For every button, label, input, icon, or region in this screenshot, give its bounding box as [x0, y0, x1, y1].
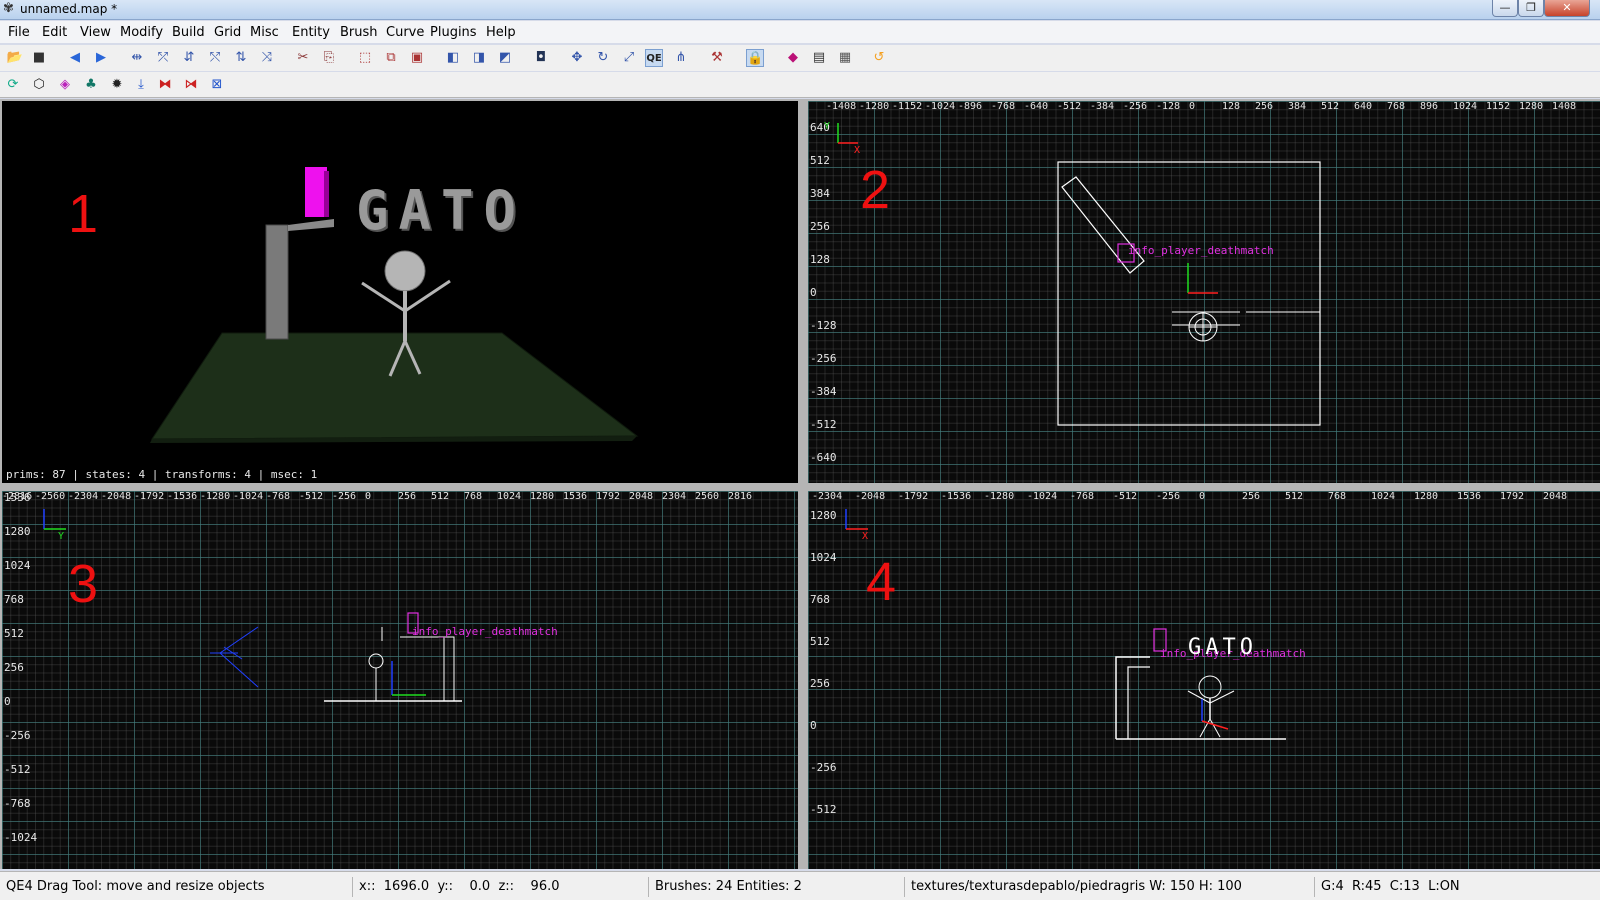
front-xz-viewport[interactable]: -2304 -2048 -1792 -1536 -1280 -1024 -768 -512 -2… — [808, 491, 1600, 869]
flip-y-icon[interactable]: ⇵ — [180, 49, 198, 67]
menu-plugins[interactable]: Plugins — [430, 25, 477, 40]
status-texture: textures/texturasdepablo/piedragris W: 1… — [904, 877, 1314, 897]
status-counts: Brushes: 24 Entities: 2 — [648, 877, 904, 897]
texture-browser-icon[interactable]: ▦ — [836, 49, 854, 67]
clear-icon[interactable]: ⊠ — [208, 76, 226, 94]
menu-modify[interactable]: Modify — [120, 25, 163, 40]
menu-file[interactable]: File — [8, 25, 30, 40]
vertex-edit-icon[interactable]: ⋔ — [672, 49, 690, 67]
monster-icon[interactable]: ✹ — [108, 76, 126, 94]
camera-icon[interactable]: ◘ — [532, 49, 550, 67]
rotate-z-icon[interactable]: ⤨ — [258, 49, 276, 67]
select-touching-icon[interactable]: ▣ — [408, 49, 426, 67]
top-view-brushes: Y X — [824, 121, 1321, 426]
clip-split-icon[interactable]: ⎘ — [320, 49, 338, 67]
entity-list-icon[interactable]: ◆ — [784, 49, 802, 67]
menu-entity[interactable]: Entity — [292, 25, 330, 40]
mirror-icon[interactable]: ⧓ — [156, 76, 174, 94]
refresh-icon[interactable]: ⟳ — [4, 76, 22, 94]
menu-bar: File Edit View Modify Build Grid Misc Entity Bru… — [0, 21, 1600, 43]
save-disk-icon[interactable]: ■ — [30, 49, 48, 67]
maximize-button[interactable]: ❐ — [1518, 0, 1544, 17]
scale-tool-icon[interactable]: ⤢ — [620, 49, 638, 67]
rotate-y-icon[interactable]: ⤲ — [206, 49, 224, 67]
main-toolbar: 📂 ■ ◀ ▶ ⇹ ⤱ ⇵ ⤲ ⇅ ⤨ ✂ ⎘ ⬚ ⧉ ▣ ◧ ◨ ◩ ◘ ✥ ↻ ⤢ QE ⋔ ⚒ 🔒 ◆ ▤ ▦ ↺ — [0, 45, 1600, 71]
gato-outline-text: GATO — [1188, 635, 1257, 660]
open-folder-icon[interactable]: 📂 — [6, 49, 24, 67]
camera-viewport[interactable]: GATO 1 prims: 87 | states: 4 | transform… — [2, 101, 798, 483]
menu-edit[interactable]: Edit — [42, 25, 67, 40]
viewport-number: 3 — [68, 554, 99, 614]
status-coordinates: x:: 1696.0 y:: 0.0 z:: 96.0 — [352, 877, 648, 897]
menu-brush[interactable]: Brush — [340, 25, 378, 40]
select-partial-icon[interactable]: ⧉ — [382, 49, 400, 67]
viewport-number: 1 — [68, 184, 99, 244]
flip-z-icon[interactable]: ⇅ — [232, 49, 250, 67]
gravity-icon[interactable]: ⤓ — [132, 76, 150, 94]
tree-icon[interactable]: ♣ — [82, 76, 100, 94]
lock-icon[interactable]: 🔒 — [746, 49, 764, 67]
front-view-brushes: X — [845, 509, 1286, 740]
flip-x-icon[interactable]: ⇹ — [128, 49, 146, 67]
entity-label: info_player_deathmatch — [1128, 244, 1274, 257]
csg-merge-icon[interactable]: ◩ — [496, 49, 514, 67]
menu-help[interactable]: Help — [486, 25, 516, 40]
secondary-toolbar: ⟳ ⬡ ◈ ♣ ✹ ⤓ ⧓ ⧒ ⊠ — [0, 72, 1600, 98]
csg-hollow-icon[interactable]: ◨ — [470, 49, 488, 67]
csg-subtract-icon[interactable]: ◧ — [444, 49, 462, 67]
render-stats: prims: 87 | states: 4 | transforms: 4 | … — [6, 468, 318, 481]
viewport-number: 2 — [860, 160, 891, 220]
translate-icon[interactable]: ✥ — [568, 49, 586, 67]
rotate-x-icon[interactable]: ⤱ — [154, 49, 172, 67]
status-tool: QE4 Drag Tool: move and resize objects — [6, 879, 265, 894]
close-button[interactable]: ✕ — [1544, 0, 1590, 17]
rotate-tool-icon[interactable]: ↻ — [594, 49, 612, 67]
status-grid: G:4 R:45 C:13 L:ON — [1314, 877, 1600, 897]
svg-text:X: X — [862, 531, 868, 542]
top-xy-viewport[interactable]: -1408 -1280 -1152 -1024 -896 -768 -640 -512 -384… — [808, 101, 1600, 483]
select-complete-icon[interactable]: ⬚ — [356, 49, 374, 67]
camera-scene — [150, 167, 639, 443]
svg-text:Y: Y — [58, 531, 64, 542]
window-title: unnamed.map * — [20, 2, 118, 16]
texture-lock-icon[interactable]: ⚒ — [708, 49, 726, 67]
mirror-split-icon[interactable]: ⧒ — [182, 76, 200, 94]
menu-view[interactable]: View — [80, 25, 111, 40]
status-bar: QE4 Drag Tool: move and resize objects x… — [0, 871, 1600, 900]
menu-grid[interactable]: Grid — [214, 25, 241, 40]
cylinder-icon[interactable]: ⬡ — [30, 76, 48, 94]
minimize-button[interactable]: — — [1492, 0, 1518, 17]
menu-build[interactable]: Build — [172, 25, 205, 40]
redo-arrow-icon[interactable]: ▶ — [92, 49, 110, 67]
svg-text:X: X — [854, 145, 860, 156]
undo-arrow-icon[interactable]: ◀ — [66, 49, 84, 67]
console-icon[interactable]: ▤ — [810, 49, 828, 67]
side-view-brushes: Y — [43, 509, 462, 702]
viewport-area: GATO 1 prims: 87 | states: 4 | transform… — [0, 99, 1600, 869]
qe-drag-tool-icon[interactable]: QE — [645, 49, 663, 67]
title-bar: ✾ unnamed.map * — ❐ ✕ — [0, 0, 1600, 20]
gear-icon: ✾ — [3, 1, 14, 16]
menu-misc[interactable]: Misc — [250, 25, 279, 40]
gato-title-3d: GATO — [356, 179, 527, 242]
viewport-number: 4 — [866, 552, 897, 612]
clipper-icon[interactable]: ✂ — [294, 49, 312, 67]
menu-curve[interactable]: Curve — [386, 25, 424, 40]
plugin-refresh-icon[interactable]: ↺ — [870, 49, 888, 67]
entity-label: info_player_deathmatch — [412, 625, 558, 638]
side-yz-viewport[interactable]: -2816 -2560 -2304 -2048 -1792 -1536 -1280 -1024… — [2, 491, 798, 869]
patch-icon[interactable]: ◈ — [56, 76, 74, 94]
svg-text:Y: Y — [824, 121, 830, 132]
